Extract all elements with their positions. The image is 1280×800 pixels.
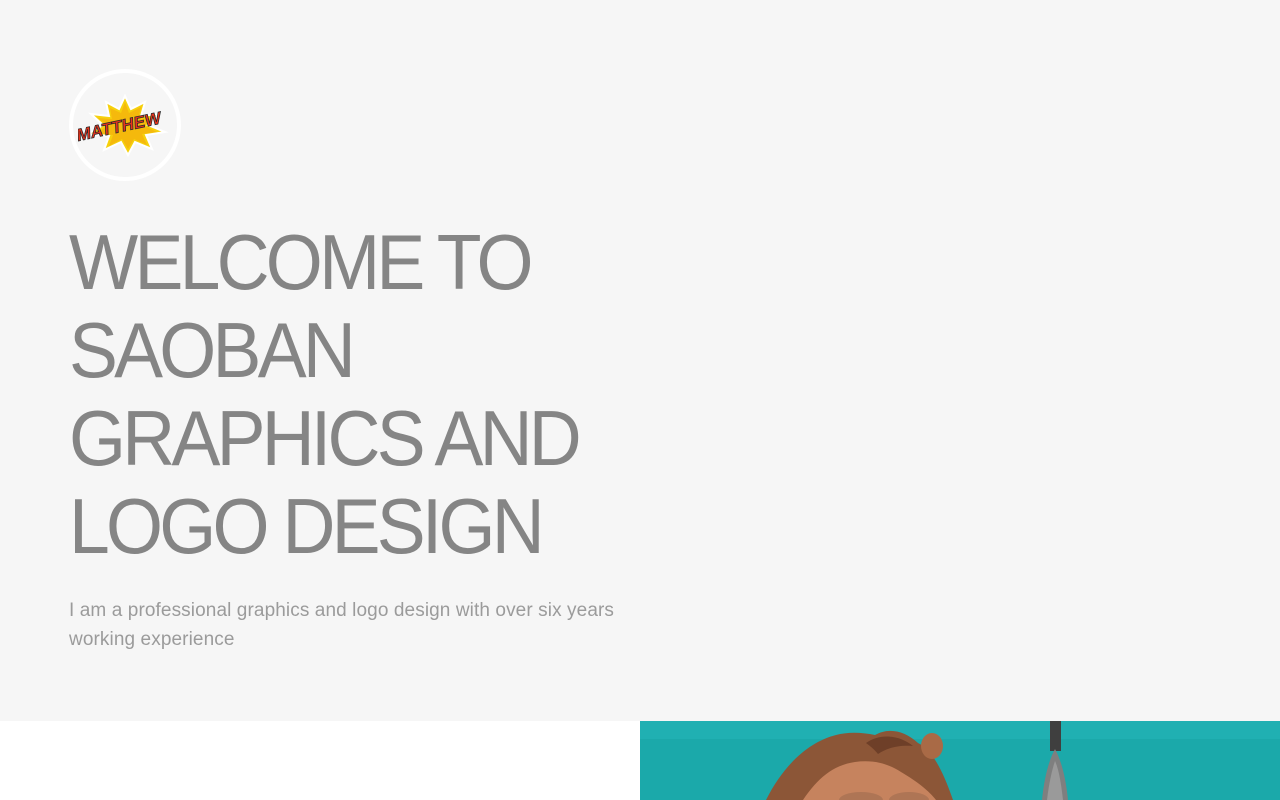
title-line-2: SAOBAN <box>69 306 356 394</box>
title-line-4: LOGO DESIGN <box>69 482 545 570</box>
site-logo[interactable]: MATTHEW <box>69 69 181 181</box>
cartoon-character-icon <box>640 721 1280 800</box>
title-line-1: WELCOME TO <box>69 218 534 306</box>
hero-section: MATTHEW WELCOME TO SAOBAN GRAPHICS AND L… <box>0 0 1280 721</box>
hero-subtitle: I am a professional graphics and logo de… <box>69 600 615 650</box>
title-line-3: GRAPHICS AND <box>69 394 582 482</box>
lower-white-panel <box>0 721 640 800</box>
page-title: WELCOME TO SAOBAN GRAPHICS AND LOGO DESI… <box>69 218 652 570</box>
cartoon-character-photo <box>640 721 1280 800</box>
comic-burst-logo-icon: MATTHEW <box>78 93 169 158</box>
